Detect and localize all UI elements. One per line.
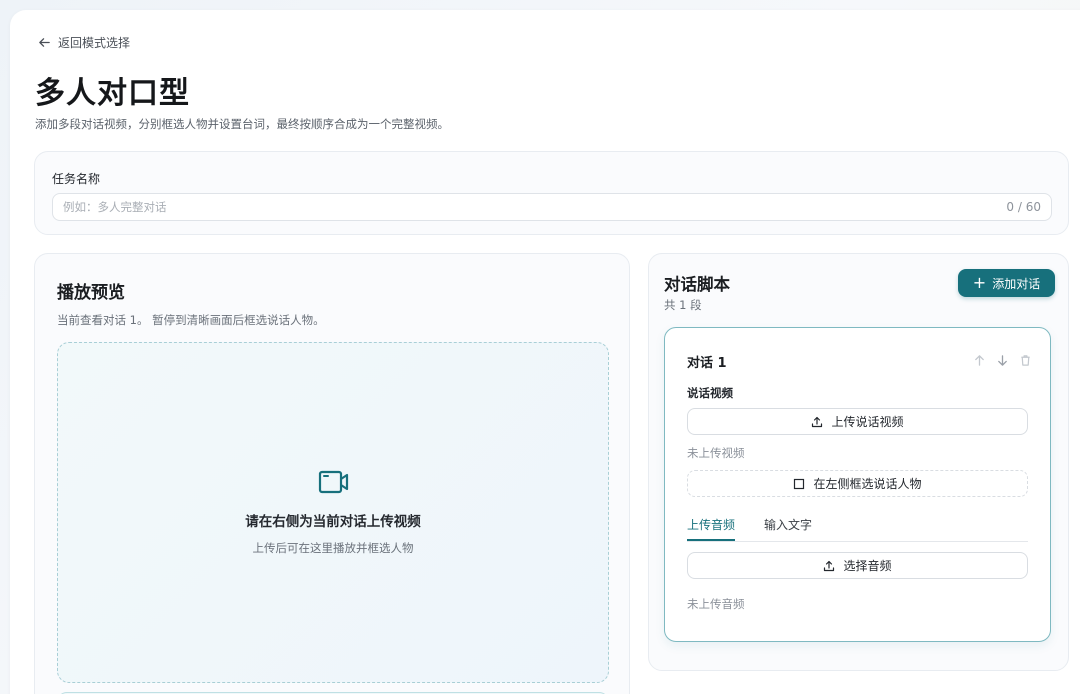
speaking-video-label: 说话视频 — [687, 386, 733, 400]
script-count: 共 1 段 — [664, 298, 702, 312]
task-name-card: 任务名称 0 / 60 — [34, 151, 1069, 235]
preview-description: 当前查看对话 1。 暂停到清晰画面后框选说话人物。 — [57, 313, 325, 327]
tab-upload-audio[interactable]: 上传音频 — [687, 516, 736, 541]
preview-card: 播放预览 当前查看对话 1。 暂停到清晰画面后框选说话人物。 请在右侧为当前对话… — [34, 253, 630, 694]
add-dialog-button[interactable]: + 添加对话 — [958, 269, 1055, 297]
arrow-left-icon — [39, 37, 50, 47]
char-counter: 0 / 60 — [1006, 200, 1041, 214]
preview-empty-hint: 上传后可在这里播放并框选人物 — [252, 541, 414, 555]
upload-video-button[interactable]: 上传说话视频 — [687, 408, 1028, 435]
audio-status: 未上传音频 — [687, 597, 745, 611]
upload-video-label: 上传说话视频 — [831, 415, 904, 429]
main-panel: 返回模式选择 多人对口型 添加多段对话视频，分别框选人物并设置台词，最终按顺序合… — [10, 10, 1080, 694]
select-audio-button[interactable]: 选择音频 — [687, 552, 1028, 579]
video-status: 未上传视频 — [687, 446, 745, 460]
trash-icon[interactable] — [1019, 352, 1032, 366]
select-person-label: 在左侧框选说话人物 — [813, 477, 922, 491]
add-dialog-label: 添加对话 — [992, 276, 1041, 291]
task-name-field: 0 / 60 — [52, 193, 1052, 221]
audio-mode-tabs: 上传音频 输入文字 — [687, 510, 1028, 542]
page-title: 多人对口型 — [35, 76, 190, 111]
back-link[interactable]: 返回模式选择 — [38, 34, 130, 50]
dialog-script-card: 对话脚本 共 1 段 + 添加对话 对话 1 说话视频 上传说话视频 未上传视频… — [648, 253, 1069, 671]
preview-empty-title: 请在右侧为当前对话上传视频 — [245, 514, 421, 530]
task-name-input[interactable] — [53, 194, 983, 220]
dialog-item: 对话 1 说话视频 上传说话视频 未上传视频 在左侧框选说话人物 上传音频 输入… — [664, 327, 1051, 642]
select-audio-label: 选择音频 — [843, 559, 892, 573]
upload-icon — [812, 416, 823, 427]
preview-title: 播放预览 — [57, 283, 125, 303]
select-person-button[interactable]: 在左侧框选说话人物 — [687, 470, 1028, 497]
page-subtitle: 添加多段对话视频，分别框选人物并设置台词，最终按顺序合成为一个完整视频。 — [35, 117, 449, 131]
arrow-down-icon[interactable] — [996, 352, 1009, 366]
upload-icon — [824, 560, 835, 571]
square-icon — [794, 478, 805, 489]
dialog-title: 对话 1 — [687, 356, 727, 371]
arrow-up-icon[interactable] — [973, 352, 986, 366]
tab-input-text[interactable]: 输入文字 — [764, 516, 812, 539]
back-link-label: 返回模式选择 — [58, 35, 131, 50]
video-camera-icon — [318, 470, 349, 494]
dialog-actions — [973, 352, 1032, 366]
task-name-label: 任务名称 — [52, 172, 101, 186]
plus-icon: + — [972, 273, 987, 292]
script-title: 对话脚本 — [664, 275, 730, 294]
video-preview-area[interactable]: 请在右侧为当前对话上传视频 上传后可在这里播放并框选人物 — [57, 342, 609, 683]
